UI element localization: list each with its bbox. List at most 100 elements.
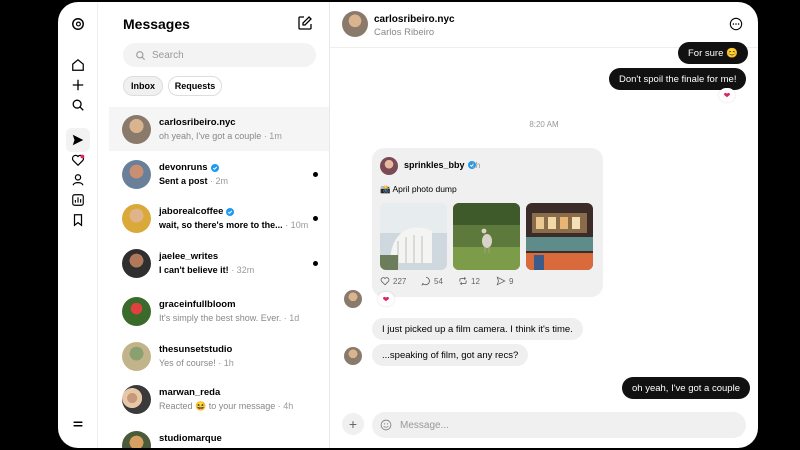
message-bubble-received[interactable]: ...speaking of film, got any recs? — [372, 344, 529, 366]
tab-requests[interactable]: Requests — [168, 76, 222, 96]
message-bubble-sent[interactable]: oh yeah, I've got a couple — [622, 377, 750, 399]
send-icon[interactable] — [66, 128, 90, 152]
heart-reaction-icon[interactable]: ❤ — [378, 292, 394, 306]
tab-inbox[interactable]: Inbox — [123, 76, 163, 96]
comment-count[interactable]: 54 — [421, 276, 443, 286]
conversation-preview-text: wait, so there's more to the... — [159, 220, 283, 230]
conversation-name: graceinfullbloom — [159, 299, 236, 310]
shared-post-card[interactable]: sprinkles_bby 1h 📸 April photo dump 227 … — [372, 148, 603, 297]
menu-icon[interactable] — [68, 414, 88, 434]
avatar — [122, 342, 151, 371]
post-photo[interactable] — [526, 203, 593, 270]
conversation-name: jaborealcoffee — [159, 206, 235, 217]
like-count-value: 227 — [393, 276, 407, 286]
compose-icon[interactable] — [297, 15, 315, 33]
avatar[interactable] — [344, 347, 362, 365]
post-photo[interactable] — [380, 203, 447, 270]
avatar[interactable] — [344, 290, 362, 308]
conversation-time: · 1d — [283, 313, 300, 323]
insights-icon[interactable] — [68, 190, 88, 210]
more-options-icon[interactable] — [729, 17, 743, 31]
avatar — [122, 115, 151, 144]
search-placeholder: Search — [152, 49, 184, 61]
avatar — [122, 249, 151, 278]
conversation-preview: It's simply the best show. Ever. · 1d — [159, 313, 299, 323]
avatar — [122, 297, 151, 326]
heart-reaction-icon[interactable]: ❤ — [719, 88, 735, 102]
message-input[interactable]: Message... — [372, 412, 746, 438]
conversation-item[interactable]: devonruns Sent a post · 2m — [109, 152, 329, 196]
conversation-preview-text: oh yeah, I've got a couple — [159, 131, 262, 141]
conversation-preview: I can't believe it! · 32m — [159, 265, 254, 275]
unread-indicator — [313, 172, 318, 177]
conversation-item[interactable]: marwan_reda Reacted 😆 to your message · 4… — [109, 377, 329, 421]
conversation-name-text: jaborealcoffee — [159, 206, 224, 217]
conversation-name-text: jaelee_writes — [159, 251, 219, 262]
conversation-name-text: studiomarque — [159, 433, 222, 444]
like-count[interactable]: 227 — [380, 276, 406, 286]
avatar — [122, 160, 151, 189]
avatar — [122, 385, 151, 414]
verified-badge-icon — [210, 163, 219, 172]
conversation-item[interactable]: carlosribeiro.nyc oh yeah, I've got a cou… — [109, 107, 329, 151]
conversation-preview-text: I can't believe it! — [159, 265, 229, 275]
page-title: Messages — [123, 16, 190, 32]
conversation-item[interactable]: studiomarque — [109, 423, 329, 448]
conversation-name-text: marwan_reda — [159, 387, 221, 398]
conversation-name: marwan_reda — [159, 387, 220, 398]
message-bubble-received[interactable]: I just picked up a film camera. I think … — [372, 318, 583, 340]
bookmark-icon[interactable] — [68, 210, 88, 230]
conversation-item[interactable]: jaelee_writes I can't believe it! · 32m — [109, 241, 329, 285]
emoji-icon[interactable] — [380, 419, 392, 431]
conversation-preview: wait, so there's more to the... · 10m — [159, 220, 308, 230]
heart-icon — [380, 277, 390, 286]
avatar — [380, 157, 398, 175]
conversation-item[interactable]: graceinfullbloom It's simply the best sho… — [109, 289, 329, 333]
message-input-placeholder: Message... — [400, 419, 449, 431]
heart-icon[interactable] — [68, 150, 88, 170]
search-icon — [136, 50, 146, 60]
post-author[interactable]: sprinkles_bby — [404, 160, 476, 170]
conversation-item[interactable]: thesunsetstudio Yes of course! · 1h — [109, 334, 329, 378]
conversation-name: carlosribeiro.nyc — [159, 117, 236, 128]
conversation-time: · 10m — [285, 220, 309, 230]
profile-icon[interactable] — [68, 170, 88, 190]
post-author-name: sprinkles_bby — [404, 160, 465, 170]
chat-username[interactable]: carlosribeiro.nyc — [374, 14, 455, 25]
conversation-item[interactable]: jaborealcoffee wait, so there's more to t… — [109, 196, 329, 240]
conversation-name-text: graceinfullbloom — [159, 299, 236, 310]
conversation-preview-text: It's simply the best show. Ever. — [159, 313, 282, 323]
repost-count-value: 12 — [471, 276, 480, 286]
post-photo[interactable] — [453, 203, 520, 270]
post-time: 1h — [471, 160, 481, 170]
verified-badge-icon — [226, 207, 235, 216]
message-bubble-sent[interactable]: For sure 😊 — [678, 42, 748, 64]
conversation-name-text: devonruns — [159, 162, 208, 173]
conversation-time: · 1h — [218, 358, 234, 368]
conversation-preview: oh yeah, I've got a couple · 1m — [159, 131, 282, 141]
chat-fullname: Carlos Ribeiro — [374, 27, 435, 38]
app-window: Messages Search Inbox Requests carlosrib… — [58, 2, 758, 448]
add-attachment-button[interactable]: + — [342, 413, 364, 435]
comment-count-value: 54 — [434, 276, 443, 286]
search-icon[interactable] — [68, 95, 88, 115]
plus-icon[interactable] — [68, 75, 88, 95]
nav-rail — [58, 2, 98, 448]
conversation-preview-text: Sent a post — [159, 176, 208, 186]
search-input[interactable]: Search — [123, 43, 316, 67]
share-icon — [496, 276, 506, 286]
message-bubble-sent[interactable]: Don't spoil the finale for me! — [609, 68, 747, 90]
conversation-name-text: thesunsetstudio — [159, 344, 233, 355]
repost-count[interactable]: 12 — [458, 276, 480, 286]
conversation-preview: Sent a post · 2m — [159, 176, 228, 186]
comment-icon — [421, 276, 430, 286]
threads-logo-icon[interactable] — [68, 14, 88, 34]
post-text: 📸 April photo dump — [380, 184, 457, 194]
home-icon[interactable] — [68, 55, 88, 75]
unread-indicator — [313, 216, 318, 221]
avatar[interactable] — [342, 11, 368, 37]
chat-panel: carlosribeiro.nyc Carlos Ribeiro For sur… — [330, 2, 758, 448]
share-count[interactable]: 9 — [496, 276, 513, 286]
unread-indicator — [313, 261, 318, 266]
conversation-preview: Yes of course! · 1h — [159, 358, 234, 368]
